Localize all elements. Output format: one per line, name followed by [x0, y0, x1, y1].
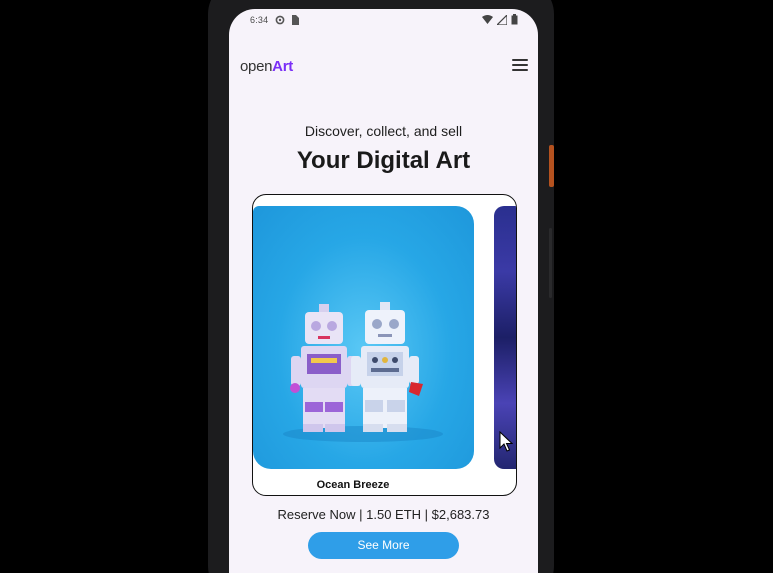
hero-tagline: Discover, collect, and sell	[304, 123, 463, 139]
app-header: openArt	[229, 53, 538, 79]
next-artwork-peek[interactable]	[494, 206, 516, 469]
phone-screen: 6:34 openArt Discover, collect, and sell…	[229, 9, 538, 573]
cursor-arrow-icon	[499, 431, 513, 452]
robot-figures-illustration	[283, 302, 443, 442]
screen-stage: 6:34 openArt Discover, collect, and sell…	[0, 0, 773, 573]
hero-headline: Your Digital Art	[296, 147, 471, 174]
status-bar: 6:34	[229, 9, 538, 33]
battery-icon	[511, 14, 518, 25]
hamburger-menu-icon[interactable]	[512, 59, 528, 73]
volume-button	[549, 228, 552, 298]
signal-icon	[497, 14, 507, 25]
status-right-icons	[482, 14, 518, 25]
sim-status-icon	[292, 15, 299, 25]
settings-status-icon	[275, 15, 285, 25]
reserve-price-line: Reserve Now | 1.50 ETH | $2,683.73	[277, 507, 490, 522]
wifi-icon	[482, 14, 493, 24]
status-time: 6:34	[250, 15, 269, 25]
see-more-button[interactable]: See More	[308, 532, 459, 559]
logo-text-open: open	[240, 58, 273, 75]
logo-text-art: Art	[272, 58, 293, 75]
status-left-icons	[275, 15, 299, 25]
artwork-carousel[interactable]: Ocean Breeze	[252, 194, 517, 496]
openart-logo[interactable]: openArt	[240, 58, 293, 75]
artwork-image[interactable]	[253, 206, 474, 469]
artwork-title: Ocean Breeze	[316, 479, 390, 491]
power-button	[549, 145, 554, 187]
